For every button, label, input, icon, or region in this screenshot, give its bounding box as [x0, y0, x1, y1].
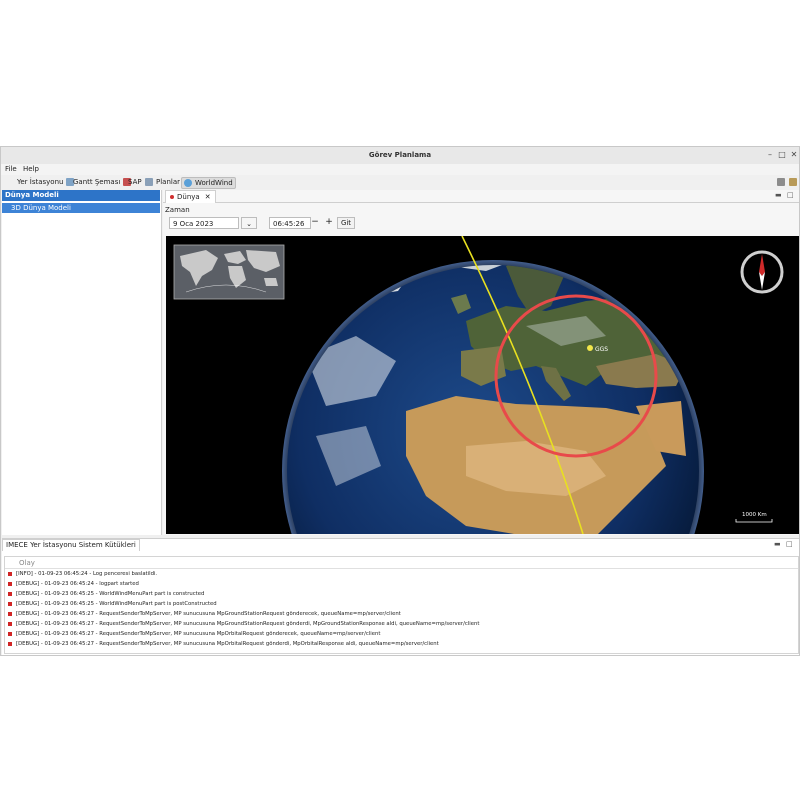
system-log-panel: IMECE Yer İstasyonu Sistem Kütükleri ▬ □… [2, 538, 799, 655]
sap-icon [144, 178, 153, 186]
globe-icon [170, 195, 174, 199]
toolbar-label: Yer İstasyonu [17, 178, 64, 186]
world-map-view[interactable]: GGS 1000 Km [166, 236, 799, 534]
date-dropdown-button[interactable]: ⌄ [241, 217, 257, 229]
minimize-part-icon[interactable]: ▬ [774, 540, 781, 548]
log-row[interactable]: [DEBUG] - 01-09-23 06:45:27 - RequestSen… [5, 609, 798, 619]
error-marker-icon [8, 622, 12, 626]
editor-area: Dünya ✕ ▬ □ Zaman 9 Oca 2023 ⌄ 06:45:26 … [163, 190, 799, 535]
window-title: Görev Planlama [368, 151, 432, 159]
log-message: [DEBUG] - 01-09-23 06:45:27 - RequestSen… [16, 611, 401, 617]
log-table: Olay [INFO] - 01-09-23 06:45:24 - Log pe… [4, 556, 799, 654]
error-marker-icon [8, 602, 12, 606]
log-message: [DEBUG] - 01-09-23 06:45:24 - logpart st… [16, 581, 139, 587]
toolbar-label: Planlar [156, 178, 181, 186]
log-message: [DEBUG] - 01-09-23 06:45:27 - RequestSen… [16, 641, 439, 647]
zaman-label: Zaman [165, 206, 190, 214]
error-marker-icon [8, 612, 12, 616]
app-window: Görev Planlama – □ ✕ File Help Yer İstas… [0, 146, 800, 656]
folder-icon [789, 178, 797, 186]
log-row[interactable]: [INFO] - 01-09-23 06:45:24 - Log pencere… [5, 569, 798, 579]
ground-station-pin-icon[interactable] [587, 345, 593, 351]
world-model-panel: Dünya Modeli 3D Dünya Modeli [2, 190, 162, 535]
toolbar-yer-istasyonu[interactable]: Yer İstasyonu [15, 177, 76, 187]
error-marker-icon [8, 572, 12, 576]
title-bar: Görev Planlama – □ ✕ [1, 147, 799, 165]
close-tab-icon[interactable]: ✕ [205, 193, 211, 201]
log-message: [DEBUG] - 01-09-23 06:45:27 - RequestSen… [16, 621, 480, 627]
time-increment-button[interactable]: + [323, 217, 335, 229]
open-folder-button[interactable] [787, 177, 799, 187]
error-marker-icon [8, 582, 12, 586]
log-message: [DEBUG] - 01-09-23 06:45:27 - RequestSen… [16, 631, 381, 637]
tab-label: Dünya [177, 193, 200, 201]
menu-file[interactable]: File [5, 165, 17, 173]
close-button[interactable]: ✕ [789, 150, 799, 160]
overview-australia [264, 278, 278, 286]
time-decrement-button[interactable]: − [309, 217, 321, 229]
toolbar-label: WorldWind [195, 179, 233, 187]
log-row[interactable]: [DEBUG] - 01-09-23 06:45:27 - RequestSen… [5, 629, 798, 639]
tab-bar: Dünya ✕ ▬ □ [163, 190, 799, 203]
log-panel-tab[interactable]: IMECE Yer İstasyonu Sistem Kütükleri [2, 539, 140, 551]
toolbar-label: Gantt Şeması [73, 178, 121, 186]
error-marker-icon [8, 632, 12, 636]
save-button[interactable] [775, 177, 787, 187]
tree-item-3d-world-model[interactable]: 3D Dünya Modeli [2, 203, 160, 213]
toolbar-label: SAP [128, 178, 142, 186]
toolbar-gantt-semasi[interactable]: Gantt Şeması [71, 177, 133, 187]
log-row[interactable]: [DEBUG] - 01-09-23 06:45:24 - logpart st… [5, 579, 798, 589]
tab-dunya[interactable]: Dünya ✕ [165, 190, 216, 203]
panel-header: Dünya Modeli [2, 190, 160, 201]
menu-bar: File Help [1, 164, 799, 175]
ground-station-label: GGS [595, 346, 608, 353]
log-message: [DEBUG] - 01-09-23 06:45:25 - WorldWindM… [16, 591, 205, 597]
log-message: [INFO] - 01-09-23 06:45:24 - Log pencere… [16, 571, 158, 577]
scale-bar-label: 1000 Km [742, 512, 767, 518]
globe-svg: GGS 1000 Km [166, 236, 799, 534]
toolbar-sap[interactable]: SAP [126, 177, 155, 187]
save-icon [777, 178, 785, 186]
log-row[interactable]: [DEBUG] - 01-09-23 06:45:27 - RequestSen… [5, 619, 798, 629]
error-marker-icon [8, 642, 12, 646]
maximize-part-icon[interactable]: □ [786, 540, 793, 548]
toolbar-worldwind[interactable]: WorldWind [181, 177, 236, 189]
maximize-part-icon[interactable]: □ [787, 191, 794, 199]
log-row[interactable]: [DEBUG] - 01-09-23 06:45:25 - WorldWindM… [5, 599, 798, 609]
log-row[interactable]: [DEBUG] - 01-09-23 06:45:25 - WorldWindM… [5, 589, 798, 599]
minimize-part-icon[interactable]: ▬ [775, 191, 782, 199]
time-field[interactable]: 06:45:26 [269, 217, 311, 229]
log-column-header: Olay [5, 557, 798, 569]
perspective-toolbar: Yer İstasyonu Gantt Şeması SAP Planlar W… [1, 175, 799, 189]
menu-help[interactable]: Help [23, 165, 39, 173]
error-marker-icon [8, 592, 12, 596]
minimize-button[interactable]: – [765, 150, 775, 160]
log-message: [DEBUG] - 01-09-23 06:45:25 - WorldWindM… [16, 601, 217, 607]
worldwind-icon [184, 179, 192, 187]
date-field[interactable]: 9 Oca 2023 [169, 217, 239, 229]
go-button[interactable]: Git [337, 217, 355, 229]
log-row[interactable]: [DEBUG] - 01-09-23 06:45:27 - RequestSen… [5, 639, 798, 649]
maximize-button[interactable]: □ [777, 150, 787, 160]
